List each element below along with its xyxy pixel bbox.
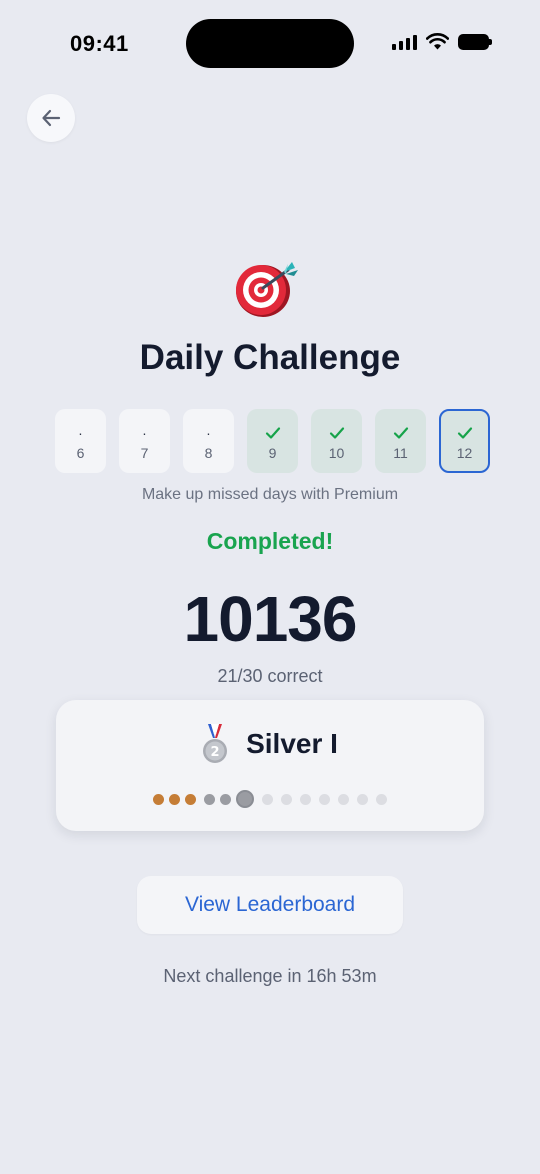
- progress-dot-silver: [220, 793, 231, 805]
- checkmark-icon: [393, 422, 409, 444]
- rank-header: 2 Silver I: [56, 724, 484, 764]
- battery-icon: [458, 33, 492, 50]
- premium-note[interactable]: Make up missed days with Premium: [0, 486, 540, 504]
- day-item-9[interactable]: 9: [247, 409, 298, 473]
- cellular-signal-icon: [392, 34, 417, 50]
- progress-dot-empty: [357, 793, 368, 805]
- dynamic-island: [186, 19, 354, 68]
- day-label: 12: [456, 444, 473, 461]
- progress-dot-empty: [376, 793, 387, 805]
- rank-progress: [56, 790, 484, 808]
- view-leaderboard-button[interactable]: View Leaderboard: [137, 876, 403, 934]
- checkmark-icon: [457, 422, 473, 444]
- score-value: 10136: [183, 583, 358, 655]
- day-item-6[interactable]: · 6: [55, 409, 106, 473]
- page-title: Daily Challenge: [139, 338, 401, 377]
- progress-dot-bronze: [169, 793, 180, 805]
- day-label: 8: [204, 444, 213, 461]
- silver-medal-icon: 2: [203, 724, 228, 763]
- correct-count: 21/30 correct: [217, 666, 323, 686]
- wifi-icon: [426, 33, 449, 50]
- day-item-7[interactable]: · 7: [119, 409, 170, 473]
- progress-dot-empty: [338, 793, 349, 805]
- status-time: 09:41: [70, 31, 129, 56]
- progress-dot-empty: [281, 793, 292, 805]
- svg-text:2: 2: [211, 745, 220, 760]
- missed-dot-icon: ·: [78, 424, 83, 441]
- progress-dot-empty: [300, 793, 311, 805]
- progress-dot-silver: [204, 793, 215, 805]
- day-streak: · 6 · 7 · 8 9 10 11 12: [55, 409, 490, 473]
- progress-dot-empty: [319, 793, 330, 805]
- day-label: 6: [76, 444, 85, 461]
- target-dart-icon: [236, 262, 298, 317]
- day-item-10[interactable]: 10: [311, 409, 362, 473]
- next-challenge-countdown: Next challenge in 16h 53m: [163, 966, 377, 986]
- missed-dot-icon: ·: [142, 424, 147, 441]
- missed-dot-icon: ·: [206, 424, 211, 441]
- progress-dot-bronze: [185, 793, 196, 805]
- checkmark-icon: [329, 422, 345, 444]
- day-item-11[interactable]: 11: [375, 409, 426, 473]
- progress-dot-empty: [262, 793, 273, 805]
- checkmark-icon: [265, 422, 281, 444]
- rank-name: Silver I: [246, 728, 338, 759]
- progress-dot-current: [236, 790, 254, 808]
- day-item-8[interactable]: · 8: [183, 409, 234, 473]
- progress-dot-bronze: [153, 793, 164, 805]
- completed-status: Completed!: [206, 528, 334, 554]
- day-label: 9: [268, 444, 277, 461]
- day-label: 11: [393, 444, 408, 461]
- back-button[interactable]: [27, 94, 75, 142]
- day-label: 7: [140, 444, 149, 461]
- day-label: 10: [328, 444, 345, 461]
- arrow-left-icon: [42, 109, 61, 127]
- rank-card[interactable]: 2 Silver I: [56, 700, 484, 831]
- status-bar: 09:41: [0, 0, 540, 90]
- day-item-12-today[interactable]: 12: [439, 409, 490, 473]
- status-icons: [392, 33, 492, 50]
